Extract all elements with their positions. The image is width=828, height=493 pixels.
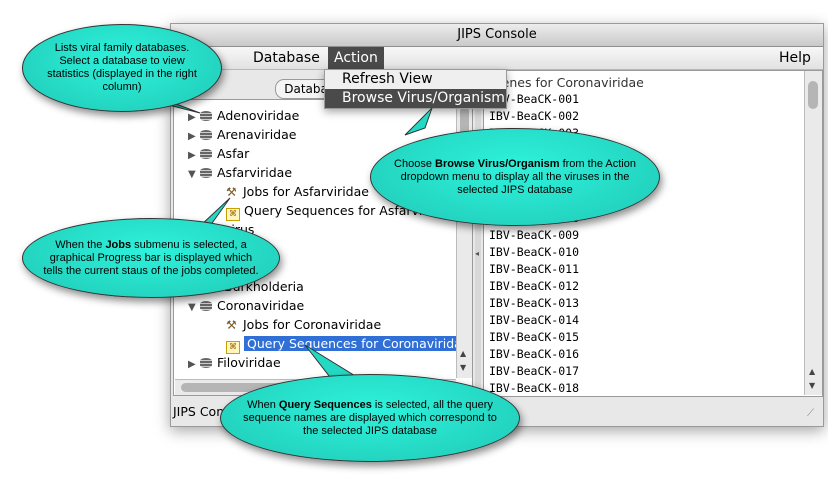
action-dropdown: Refresh View Browse Virus/Organism xyxy=(324,69,507,109)
scroll-up-arrow-icon[interactable]: ▲ xyxy=(460,349,466,358)
gene-list-item[interactable]: IBV-BeaCK-018 xyxy=(489,380,579,396)
menu-item-refresh-view[interactable]: Refresh View xyxy=(325,70,506,89)
gene-list-item[interactable]: IBV-BeaCK-012 xyxy=(489,278,579,295)
disclosure-down-icon[interactable]: ▼ xyxy=(188,165,200,184)
gene-list-item[interactable]: IBV-BeaCK-011 xyxy=(489,261,579,278)
gene-list-item[interactable]: IBV-BeaCK-010 xyxy=(489,244,579,261)
scroll-down-arrow-icon[interactable]: ▼ xyxy=(460,363,466,372)
callout-browse-text: Choose Browse Virus/Organism from the Ac… xyxy=(394,157,636,196)
gene-list-item[interactable]: IBV-BeaCK-014 xyxy=(489,312,579,329)
tree-item-label: Jobs for Coronaviridae xyxy=(243,317,382,332)
tree-item[interactable]: ⚒ Jobs for Coronaviridae xyxy=(226,315,381,334)
tree-item-label: Jobs for Asfarviridae xyxy=(243,184,369,199)
gene-list-item[interactable]: IBV-BeaCK-009 xyxy=(489,227,579,244)
genes-scroll-thumb[interactable] xyxy=(808,81,818,109)
gene-list-item[interactable]: IBV-BeaCK-015 xyxy=(489,329,579,346)
tree-item-label: Asfarviridae xyxy=(217,165,293,180)
menu-item-browse-virus[interactable]: Browse Virus/Organism xyxy=(325,89,506,108)
disclosure-down-icon[interactable]: ▼ xyxy=(188,298,200,317)
menu-bar: Database Action Help xyxy=(171,47,823,70)
resize-grip-icon[interactable]: ⟋ xyxy=(807,408,814,419)
title-bar: JIPS Console xyxy=(171,24,823,47)
divider-grip-icon[interactable]: ◂ xyxy=(475,249,479,258)
gene-list-item[interactable]: IBV-BeaCK-017 xyxy=(489,363,579,380)
tree-item-label: Asfar xyxy=(217,146,250,161)
callout-query-text: When Query Sequences is selected, all th… xyxy=(243,398,497,437)
gene-list-item[interactable]: IBV-BeaCK-002 xyxy=(489,108,579,125)
database-icon xyxy=(200,358,212,368)
database-icon xyxy=(200,111,212,121)
menu-action[interactable]: Action xyxy=(328,47,384,69)
callout-query: When Query Sequences is selected, all th… xyxy=(220,374,520,462)
window-title: JIPS Console xyxy=(457,27,537,42)
tree-item[interactable]: ▶ Filoviridae xyxy=(188,353,281,372)
tree-item[interactable]: ▶ Arenaviridae xyxy=(188,125,296,144)
menu-database[interactable]: Database xyxy=(247,47,326,69)
gene-list-item[interactable]: IBV-BeaCK-016 xyxy=(489,346,579,363)
database-icon xyxy=(200,130,212,140)
database-icon xyxy=(200,168,212,178)
hammer-icon: ⚒ xyxy=(226,318,237,332)
genes-title: Genes for Coronaviridae xyxy=(492,75,644,90)
callout-browse: Choose Browse Virus/Organism from the Ac… xyxy=(370,128,660,226)
genes-scroll-up-icon[interactable]: ▲ xyxy=(809,367,815,376)
tree-item[interactable]: ▶ Adenoviridae xyxy=(188,106,299,125)
genes-scroll-down-icon[interactable]: ▼ xyxy=(809,381,815,390)
tree-item[interactable]: ▼ Coronaviridae xyxy=(188,296,304,315)
callout-jobs: When the Jobs submenu is selected, a gra… xyxy=(22,218,280,298)
tree-item-label: Coronaviridae xyxy=(217,298,305,313)
tree-item[interactable]: ▶ Asfar xyxy=(188,144,249,163)
database-icon xyxy=(200,301,212,311)
genes-panel: Genes for Coronaviridae IBV-BeaCK-001 IBV… xyxy=(483,70,823,397)
tree-item[interactable]: ▼ Asfarviridae xyxy=(188,163,292,182)
gene-list-item[interactable]: IBV-BeaCK-013 xyxy=(489,295,579,312)
tree-item-label: Adenoviridae xyxy=(217,108,300,123)
callout-jobs-text: When the Jobs submenu is selected, a gra… xyxy=(43,238,259,277)
genes-vertical-scrollbar[interactable]: ▲ ▼ xyxy=(804,71,822,395)
callout-databases-text: Lists viral family databases. Select a d… xyxy=(47,42,197,93)
database-icon xyxy=(200,149,212,159)
tree-item-label: Arenaviridae xyxy=(217,127,297,142)
menu-help[interactable]: Help xyxy=(773,47,817,69)
callout-databases: Lists viral family databases. Select a d… xyxy=(22,24,222,112)
tree-item[interactable]: ⌘ Query Sequences for Coronaviridae xyxy=(226,334,472,354)
disclosure-right-icon[interactable]: ▶ xyxy=(188,355,200,374)
tree-item-label: Query Sequences for Coronaviridae xyxy=(244,336,472,351)
tree-item[interactable]: ⚒ Jobs for Asfarviridae xyxy=(226,182,369,201)
hammer-icon: ⚒ xyxy=(226,185,237,199)
tree-item-label: Filoviridae xyxy=(217,355,281,370)
